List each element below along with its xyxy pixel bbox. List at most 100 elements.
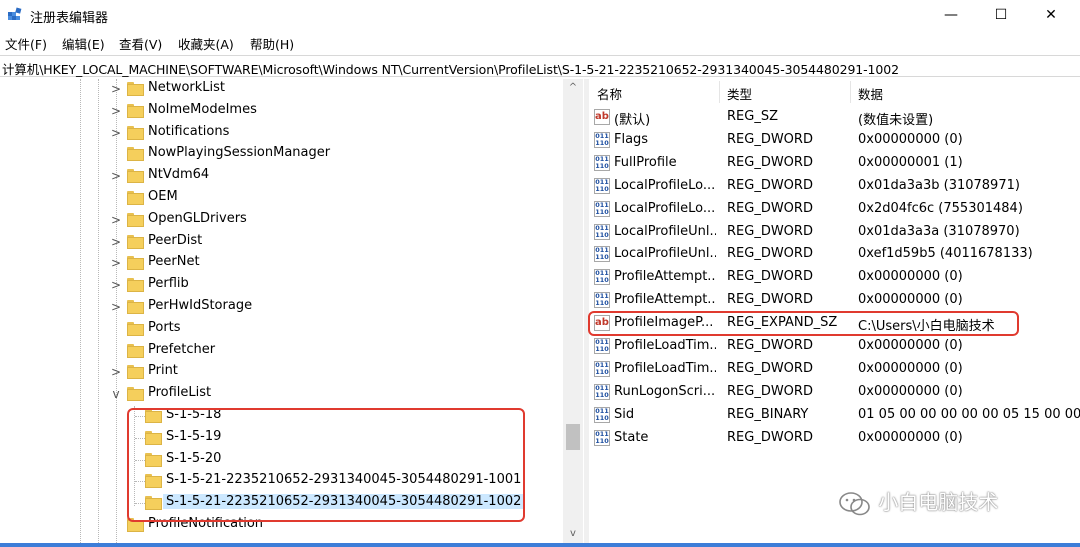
tree-node-label[interactable]: NowPlayingSessionManager <box>148 145 330 160</box>
tree-node-label[interactable]: NetworkList <box>148 80 225 95</box>
folder-icon <box>127 212 144 227</box>
value-row[interactable]: 011 110 LocalProfileUnl... REG_DWORD 0x01da… <box>589 221 1080 244</box>
tree-node[interactable]: > Print <box>0 362 565 384</box>
value-row[interactable]: 011 110 ProfileLoadTim... REG_DWORD 0x00000… <box>589 335 1080 358</box>
value-row[interactable]: 011 110 State REG_DWORD 0x00000000 (0) <box>589 427 1080 450</box>
minimize-button[interactable]: — <box>928 0 974 30</box>
value-name: (默认) <box>614 113 651 128</box>
expand-chevron-icon[interactable]: > <box>111 82 121 96</box>
folder-icon <box>127 234 144 249</box>
expand-chevron-icon[interactable]: > <box>111 213 121 227</box>
value-row[interactable]: ab (默认) REG_SZ (数值未设置) <box>589 106 1080 129</box>
value-row[interactable]: 011 110 RunLogonScri... REG_DWORD 0x0000000… <box>589 381 1080 404</box>
folder-icon <box>127 103 144 118</box>
value-data: 0x00000000 (0) <box>858 292 963 308</box>
menu-favorites[interactable]: 收藏夹(A) <box>178 34 234 53</box>
binary-value-icon: 011 110 <box>594 200 610 217</box>
maximize-button[interactable]: ☐ <box>978 0 1024 30</box>
folder-icon <box>127 82 144 96</box>
expand-chevron-icon[interactable]: > <box>111 169 121 183</box>
tree-node[interactable]: > PeerNet <box>0 253 565 275</box>
tree-node-label[interactable]: ProfileList <box>148 385 211 400</box>
value-row[interactable]: 011 110 LocalProfileUnl... REG_DWORD 0xef1d… <box>589 243 1080 266</box>
expand-chevron-icon[interactable]: > <box>111 256 121 270</box>
tree-node[interactable]: Ports <box>0 319 565 341</box>
value-name: LocalProfileUnl... <box>614 223 716 239</box>
tree-node[interactable]: > Notifications <box>0 123 565 145</box>
column-header-name[interactable]: 名称 <box>597 79 622 105</box>
tree-node-label[interactable]: PerHwIdStorage <box>148 298 252 313</box>
menu-file[interactable]: 文件(F) <box>5 34 47 53</box>
tree-node-label[interactable]: NoImeModeImes <box>148 102 257 117</box>
tree-node-label[interactable]: Print <box>148 363 178 378</box>
binary-value-icon: 011 110 <box>594 223 610 240</box>
value-row[interactable]: 011 110 ProfileLoadTim... REG_DWORD 0x00000… <box>589 358 1080 381</box>
expand-chevron-icon[interactable]: > <box>111 104 121 118</box>
tree-node[interactable]: > NtVdm64 <box>0 166 565 188</box>
value-row[interactable]: 011 110 Sid REG_BINARY 01 05 00 00 00 00 00… <box>589 404 1080 427</box>
highlight-box-sid-keys <box>127 408 525 522</box>
value-type: REG_DWORD <box>727 200 813 216</box>
collapse-chevron-icon[interactable]: v <box>111 387 121 401</box>
value-data: 0x00000000 (0) <box>858 360 963 376</box>
value-type: REG_DWORD <box>727 429 813 445</box>
binary-value-icon: 011 110 <box>594 338 610 354</box>
tree-node[interactable]: > NoImeModeImes <box>0 101 565 123</box>
value-row[interactable]: 011 110 FullProfile REG_DWORD 0x00000001 (1… <box>589 152 1080 175</box>
menu-help[interactable]: 帮助(H) <box>250 34 294 53</box>
tree-scrollbar[interactable]: ^ v <box>563 79 583 543</box>
binary-value-icon: 011 110 <box>594 429 610 446</box>
value-name: Sid <box>614 406 635 422</box>
folder-icon <box>127 321 144 336</box>
scroll-up-arrow[interactable]: ^ <box>563 79 583 97</box>
expand-chevron-icon[interactable]: > <box>111 365 121 379</box>
value-row[interactable]: 011 110 Flags REG_DWORD 0x00000000 (0) <box>589 129 1080 152</box>
column-header-data[interactable]: 数据 <box>858 79 883 105</box>
tree-node-label[interactable]: PeerDist <box>148 233 202 248</box>
tree-node-label[interactable]: OpenGLDrivers <box>148 211 247 226</box>
tree-node[interactable]: > Perflib <box>0 275 565 297</box>
value-row[interactable]: 011 110 ProfileAttempt... REG_DWORD 0x00000… <box>589 266 1080 289</box>
menu-edit[interactable]: 编辑(E) <box>62 34 105 53</box>
address-path[interactable]: 计算机\HKEY_LOCAL_MACHINE\SOFTWARE\Microsof… <box>2 59 899 78</box>
column-header-type[interactable]: 类型 <box>727 79 752 105</box>
scroll-down-arrow[interactable]: v <box>563 525 583 543</box>
value-name: ProfileAttempt... <box>614 269 716 285</box>
highlight-box-profile-image-path <box>588 311 1019 336</box>
value-type: REG_DWORD <box>727 292 813 308</box>
tree-node[interactable]: > OpenGLDrivers <box>0 210 565 232</box>
tree-node[interactable]: > PerHwIdStorage <box>0 297 565 319</box>
string-value-icon: ab <box>594 109 610 125</box>
binary-value-icon: 011 110 <box>594 246 610 263</box>
tree-node-label[interactable]: OEM <box>148 189 178 204</box>
tree-node-label[interactable]: Notifications <box>148 124 229 139</box>
expand-chevron-icon[interactable]: > <box>111 278 121 292</box>
expand-chevron-icon[interactable]: > <box>111 300 121 314</box>
expand-chevron-icon[interactable]: > <box>111 126 121 140</box>
tree-node-label[interactable]: Ports <box>148 320 181 335</box>
menu-bar: 文件(F) 编辑(E) 查看(V) 收藏夹(A) 帮助(H) <box>0 31 1080 54</box>
tree-node-label[interactable]: NtVdm64 <box>148 167 209 182</box>
tree-node-label[interactable]: Perflib <box>148 276 189 291</box>
tree-node[interactable]: Prefetcher <box>0 341 565 363</box>
menu-view[interactable]: 查看(V) <box>119 34 162 53</box>
tree-node-label[interactable]: Prefetcher <box>148 342 215 357</box>
tree-node[interactable]: NowPlayingSessionManager <box>0 144 565 166</box>
value-row[interactable]: 011 110 ProfileAttempt... REG_DWORD 0x00000… <box>589 289 1080 312</box>
tree-node[interactable]: > NetworkList <box>0 79 565 101</box>
value-row[interactable]: 011 110 LocalProfileLo... REG_DWORD 0x01da3… <box>589 175 1080 198</box>
close-button[interactable]: ✕ <box>1028 0 1074 30</box>
value-row[interactable]: 011 110 LocalProfileLo... REG_DWORD 0x2d04f… <box>589 198 1080 221</box>
folder-icon <box>127 256 144 271</box>
address-bar[interactable]: 计算机\HKEY_LOCAL_MACHINE\SOFTWARE\Microsof… <box>0 55 1080 77</box>
tree-node[interactable]: OEM <box>0 188 565 210</box>
expand-chevron-icon[interactable]: > <box>111 235 121 249</box>
binary-value-icon: 011 110 <box>594 383 610 400</box>
tree-node-label[interactable]: PeerNet <box>148 254 200 269</box>
scroll-thumb[interactable] <box>566 424 580 450</box>
column-divider[interactable] <box>719 81 720 103</box>
tree-node[interactable]: v ProfileList <box>0 384 565 406</box>
column-divider[interactable] <box>850 81 851 103</box>
folder-icon <box>127 365 144 380</box>
tree-node[interactable]: > PeerDist <box>0 232 565 254</box>
